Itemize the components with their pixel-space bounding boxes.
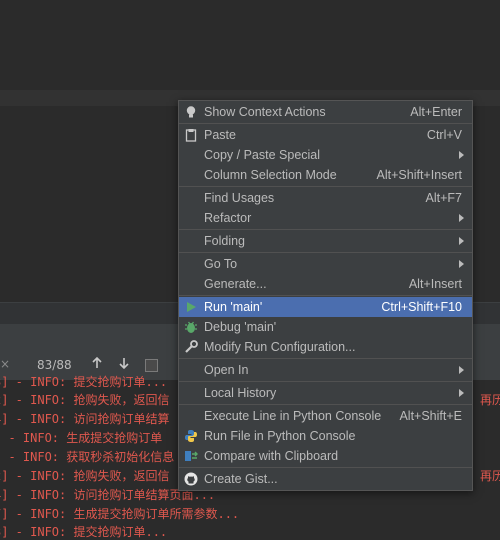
menu-item-shortcut: Ctrl+V	[426, 128, 462, 142]
console-line: 7] - INFO: 生成提交抢购订单所需参数...	[0, 507, 240, 521]
editor-context-menu: Show Context Actions Alt+Enter Paste Ctr…	[178, 100, 473, 491]
console-line: ] - INFO: 获取秒杀初始化信息	[0, 450, 175, 464]
menu-item-label: Go To	[204, 257, 238, 271]
menu-item-shortcut: Alt+Shift+E	[399, 409, 462, 423]
menu-item-debug-main[interactable]: Debug 'main'	[179, 317, 472, 337]
console-line-fragment: 再历	[479, 393, 500, 407]
menu-item-label: Open In	[204, 363, 249, 377]
menu-item-label: Debug 'main'	[204, 320, 277, 334]
menu-separator	[179, 186, 472, 187]
menu-separator	[179, 381, 472, 382]
console-line: 4] - INFO: 访问抢购订单结算	[0, 412, 170, 426]
menu-separator	[179, 358, 472, 359]
close-search-button[interactable]: ×	[0, 357, 10, 371]
menu-item-shortcut: Alt+Insert	[408, 277, 462, 291]
python-icon	[184, 429, 198, 443]
console-line: ] - INFO: 生成提交抢购订单	[0, 431, 163, 445]
menu-item-label: Show Context Actions	[204, 105, 326, 119]
menu-item-go-to[interactable]: Go To	[179, 254, 472, 274]
console-line: 3] - INFO: 提交抢购订单...	[0, 525, 168, 539]
console-line: 2] - INFO: 抢购失败，返回信	[0, 469, 170, 483]
menu-item-paste[interactable]: Paste Ctrl+V	[179, 125, 472, 145]
menu-separator	[179, 252, 472, 253]
github-icon	[184, 472, 198, 486]
menu-item-label: Column Selection Mode	[204, 168, 337, 182]
menu-separator	[179, 295, 472, 296]
menu-item-label: Local History	[204, 386, 277, 400]
menu-item-refactor[interactable]: Refactor	[179, 208, 472, 228]
menu-item-shortcut: Alt+Enter	[410, 105, 462, 119]
menu-item-label: Modify Run Configuration...	[204, 340, 356, 354]
menu-item-copy-paste-special[interactable]: Copy / Paste Special	[179, 145, 472, 165]
menu-item-shortcut: Alt+F7	[425, 191, 462, 205]
submenu-arrow-icon	[459, 151, 464, 159]
submenu-arrow-icon	[459, 389, 464, 397]
wrench-icon	[184, 340, 198, 354]
menu-item-create-gist[interactable]: Create Gist...	[179, 469, 472, 489]
bulb-icon	[184, 105, 198, 119]
compare-icon	[184, 449, 198, 463]
menu-item-label: Refactor	[204, 211, 252, 225]
menu-item-local-history[interactable]: Local History	[179, 383, 472, 403]
arrow-up-icon[interactable]	[90, 356, 104, 374]
menu-item-label: Compare with Clipboard	[204, 449, 339, 463]
menu-item-run-file-in-python-console[interactable]: Run File in Python Console	[179, 426, 472, 446]
menu-item-show-context-actions[interactable]: Show Context Actions Alt+Enter	[179, 102, 472, 122]
console-line: 2] - INFO: 抢购失败，返回信	[0, 393, 170, 407]
menu-separator	[179, 123, 472, 124]
menu-item-compare-with-clipboard[interactable]: Compare with Clipboard	[179, 446, 472, 466]
submenu-arrow-icon	[459, 237, 464, 245]
submenu-arrow-icon	[459, 260, 464, 268]
clipboard-icon	[184, 128, 198, 142]
menu-item-label: Generate...	[204, 277, 267, 291]
console-line-fragment: 再历	[479, 469, 500, 483]
menu-item-folding[interactable]: Folding	[179, 231, 472, 251]
menu-item-column-selection-mode[interactable]: Column Selection Mode Alt+Shift+Insert	[179, 165, 472, 185]
run-icon	[184, 300, 198, 314]
menu-separator	[179, 229, 472, 230]
menu-item-label: Folding	[204, 234, 245, 248]
menu-item-find-usages[interactable]: Find Usages Alt+F7	[179, 188, 472, 208]
menu-item-label: Run File in Python Console	[204, 429, 356, 443]
editor-area-top[interactable]	[0, 0, 500, 90]
arrow-down-icon[interactable]	[117, 356, 131, 374]
menu-item-label: Paste	[204, 128, 236, 142]
menu-item-label: Find Usages	[204, 191, 275, 205]
menu-item-label: Run 'main'	[204, 300, 263, 314]
menu-item-generate[interactable]: Generate... Alt+Insert	[179, 274, 472, 294]
menu-item-modify-run-configuration[interactable]: Modify Run Configuration...	[179, 337, 472, 357]
menu-item-open-in[interactable]: Open In	[179, 360, 472, 380]
console-line: 3] - INFO: 提交抢购订单...	[0, 375, 168, 389]
submenu-arrow-icon	[459, 214, 464, 222]
menu-item-label: Execute Line in Python Console	[204, 409, 382, 423]
menu-item-label: Copy / Paste Special	[204, 148, 321, 162]
debug-icon	[184, 320, 198, 334]
menu-item-shortcut: Alt+Shift+Insert	[376, 168, 462, 182]
menu-item-label: Create Gist...	[204, 472, 278, 486]
filter-toggle-icon[interactable]	[145, 359, 158, 372]
menu-item-run-main[interactable]: Run 'main' Ctrl+Shift+F10	[179, 297, 472, 317]
match-count: 83/88	[37, 358, 72, 372]
menu-separator	[179, 404, 472, 405]
menu-separator	[179, 467, 472, 468]
menu-item-shortcut: Ctrl+Shift+F10	[381, 300, 462, 314]
menu-item-execute-line-in-python-console[interactable]: Execute Line in Python Console Alt+Shift…	[179, 406, 472, 426]
submenu-arrow-icon	[459, 366, 464, 374]
